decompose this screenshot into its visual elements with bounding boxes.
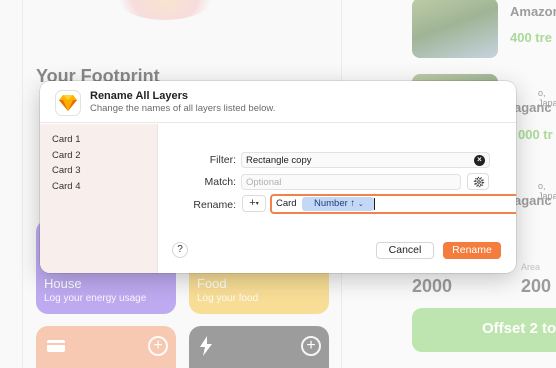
chevron-down-icon: ⌄	[357, 201, 364, 208]
layer-list-item: Card 2	[52, 150, 81, 161]
clear-icon[interactable]: ×	[474, 155, 485, 166]
dialog-subtitle: Change the names of all layers listed be…	[90, 103, 276, 114]
layer-list-item: Card 4	[52, 181, 81, 192]
chevron-down-icon: ▾	[255, 201, 259, 207]
help-button[interactable]: ?	[172, 242, 188, 258]
add-token-button[interactable]: +▾	[242, 195, 266, 212]
filter-label: Filter:	[209, 154, 236, 166]
filter-value: Rectangle copy	[246, 155, 312, 166]
rename-button[interactable]: Rename	[443, 242, 501, 259]
match-placeholder: Optional	[246, 177, 282, 188]
gear-icon	[473, 176, 485, 188]
dialog-header: Rename All Layers Change the names of al…	[40, 81, 516, 123]
match-options-button[interactable]	[467, 173, 489, 190]
filter-input[interactable]: Rectangle copy ×	[241, 152, 490, 168]
sketch-app-icon	[56, 91, 80, 115]
rename-prefix: Card	[276, 198, 297, 209]
rename-label: Rename:	[193, 199, 236, 211]
rename-layers-dialog: Rename All Layers Change the names of al…	[40, 81, 516, 273]
match-label: Match:	[204, 176, 236, 188]
layer-list-item: Card 3	[52, 165, 81, 176]
number-token[interactable]: Number ↑ ⌄	[302, 197, 374, 211]
dialog-title: Rename All Layers	[90, 90, 189, 102]
rename-input[interactable]: Card Number ↑ ⌄	[270, 194, 516, 214]
match-input[interactable]: Optional	[241, 174, 461, 190]
text-cursor	[374, 198, 375, 210]
layer-list-item: Card 1	[52, 134, 81, 145]
cancel-button[interactable]: Cancel	[376, 242, 434, 259]
number-token-label: Number ↑	[314, 198, 356, 209]
layer-list: Card 1 Card 2 Card 3 Card 4	[40, 124, 158, 273]
